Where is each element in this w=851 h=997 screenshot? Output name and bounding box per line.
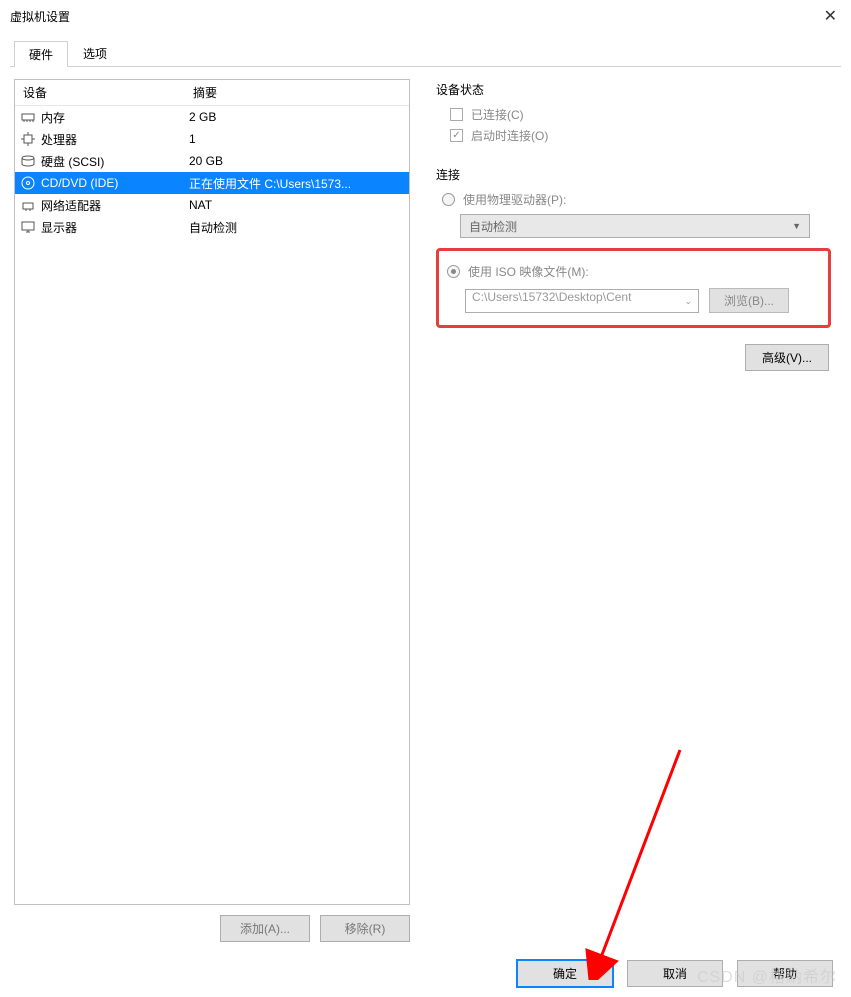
close-icon[interactable]: ✕ <box>824 6 837 26</box>
iso-label: 使用 ISO 映像文件(M): <box>468 263 589 280</box>
device-name: 网络适配器 <box>41 197 189 214</box>
cd-icon <box>19 174 37 192</box>
radio-icon[interactable] <box>447 265 460 278</box>
physical-drive-label: 使用物理驱动器(P): <box>463 191 566 208</box>
device-row[interactable]: 显示器自动检测 <box>15 216 409 238</box>
device-summary: 20 GB <box>189 154 405 168</box>
connected-checkbox-row: 已连接(C) <box>450 106 831 123</box>
connection-group-title: 连接 <box>436 166 831 183</box>
ok-button[interactable]: 确定 <box>517 960 613 987</box>
device-summary: 正在使用文件 C:\Users\1573... <box>189 175 405 192</box>
display-icon <box>19 218 37 236</box>
device-list-header: 设备 摘要 <box>15 80 409 106</box>
connect-on-start-label: 启动时连接(O) <box>471 127 548 144</box>
summary-col-header: 摘要 <box>185 80 409 105</box>
net-icon <box>19 196 37 214</box>
content-area: 硬件 选项 设备 摘要 内存2 GB处理器1硬盘 (SCSI)20 GBCD/D… <box>10 40 841 949</box>
device-summary: 1 <box>189 132 405 146</box>
browse-button[interactable]: 浏览(B)... <box>709 288 789 313</box>
memory-icon <box>19 108 37 126</box>
device-name: 处理器 <box>41 131 189 148</box>
device-row[interactable]: CD/DVD (IDE)正在使用文件 C:\Users\1573... <box>15 172 409 194</box>
device-name: 内存 <box>41 109 189 126</box>
physical-drive-radio-row[interactable]: 使用物理驱动器(P): <box>442 191 831 208</box>
device-name: 显示器 <box>41 219 189 236</box>
advanced-button[interactable]: 高级(V)... <box>745 344 829 371</box>
tab-options[interactable]: 选项 <box>68 40 122 66</box>
device-name: 硬盘 (SCSI) <box>41 153 189 170</box>
cancel-button[interactable]: 取消 <box>627 960 723 987</box>
device-row[interactable]: 处理器1 <box>15 128 409 150</box>
disk-icon <box>19 152 37 170</box>
device-name: CD/DVD (IDE) <box>41 176 189 190</box>
title-bar: 虚拟机设置 ✕ <box>0 0 851 32</box>
chevron-down-icon: ⌄ <box>684 296 692 307</box>
right-pane: 设备状态 已连接(C) ✓ 启动时连接(O) 连接 使用物理驱动器(P): 自动… <box>420 67 841 950</box>
device-summary: NAT <box>189 198 405 212</box>
checkbox-icon[interactable] <box>450 108 463 121</box>
status-group-title: 设备状态 <box>436 81 831 98</box>
advanced-button-row: 高级(V)... <box>436 344 831 371</box>
physical-drive-value: 自动检测 <box>469 218 517 235</box>
device-summary: 自动检测 <box>189 219 405 236</box>
iso-radio-row[interactable]: 使用 ISO 映像文件(M): <box>447 263 822 280</box>
checkbox-icon[interactable]: ✓ <box>450 129 463 142</box>
dialog-footer: 确定 取消 帮助 <box>517 960 833 987</box>
main-pane: 设备 摘要 内存2 GB处理器1硬盘 (SCSI)20 GBCD/DVD (ID… <box>10 67 841 950</box>
connection-group: 连接 使用物理驱动器(P): 自动检测 ▼ 使用 ISO 映像文件(M): <box>436 166 831 371</box>
remove-button[interactable]: 移除(R) <box>320 915 410 942</box>
physical-drive-dropdown[interactable]: 自动检测 ▼ <box>460 214 810 238</box>
iso-input-row: C:\Users\15732\Desktop\Cent ⌄ 浏览(B)... <box>465 288 822 313</box>
help-button[interactable]: 帮助 <box>737 960 833 987</box>
physical-drive-dropdown-row: 自动检测 ▼ <box>460 214 831 238</box>
radio-icon[interactable] <box>442 193 455 206</box>
cpu-icon <box>19 130 37 148</box>
chevron-down-icon: ▼ <box>792 221 801 231</box>
device-row[interactable]: 内存2 GB <box>15 106 409 128</box>
tab-strip: 硬件 选项 <box>10 40 841 67</box>
device-buttons: 添加(A)... 移除(R) <box>14 905 410 942</box>
window-title: 虚拟机设置 <box>10 8 70 25</box>
connect-on-start-row: ✓ 启动时连接(O) <box>450 127 831 144</box>
device-col-header: 设备 <box>15 80 185 105</box>
device-list: 设备 摘要 内存2 GB处理器1硬盘 (SCSI)20 GBCD/DVD (ID… <box>14 79 410 905</box>
add-button[interactable]: 添加(A)... <box>220 915 310 942</box>
connected-label: 已连接(C) <box>471 106 524 123</box>
device-row[interactable]: 硬盘 (SCSI)20 GB <box>15 150 409 172</box>
device-summary: 2 GB <box>189 110 405 124</box>
left-pane: 设备 摘要 内存2 GB处理器1硬盘 (SCSI)20 GBCD/DVD (ID… <box>10 67 420 950</box>
iso-highlight-box: 使用 ISO 映像文件(M): C:\Users\15732\Desktop\C… <box>436 248 831 328</box>
iso-path-value: C:\Users\15732\Desktop\Cent <box>472 290 631 304</box>
tab-hardware[interactable]: 硬件 <box>14 41 68 67</box>
device-row[interactable]: 网络适配器NAT <box>15 194 409 216</box>
iso-path-input[interactable]: C:\Users\15732\Desktop\Cent ⌄ <box>465 289 699 313</box>
